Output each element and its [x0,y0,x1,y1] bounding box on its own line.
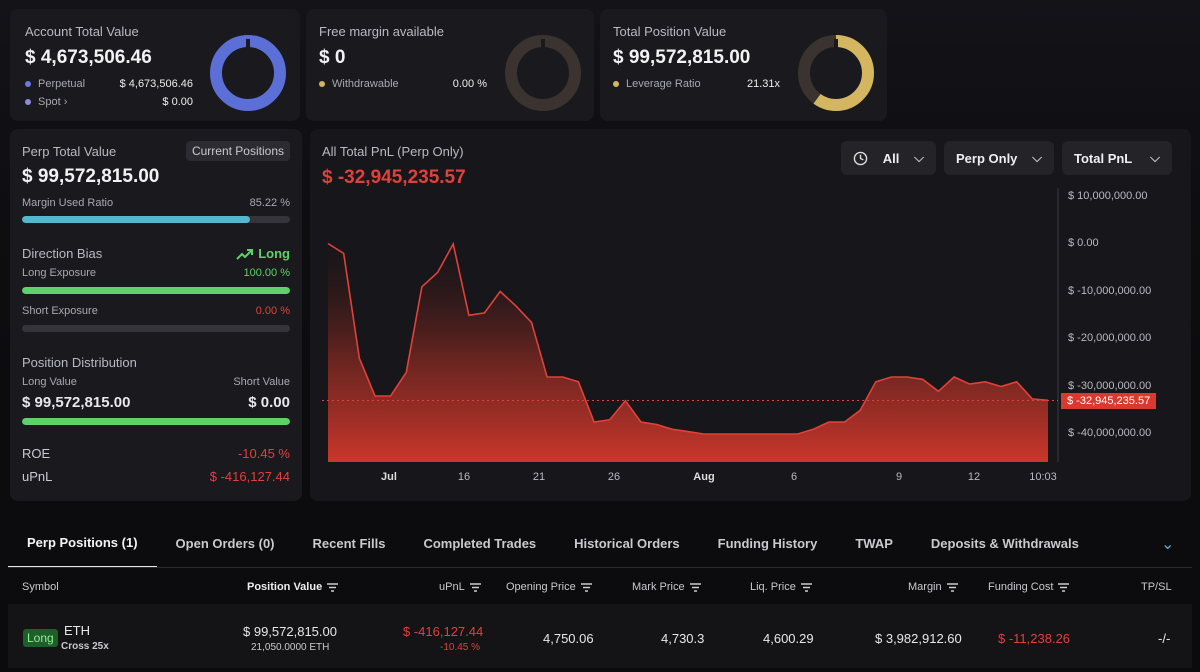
tab-5[interactable]: Funding History [699,518,837,568]
bottom-tabs: Perp Positions (1) Open Orders (0) Recent … [8,518,1098,568]
x-tick-label: 16 [457,471,471,483]
pnl-area-chart [322,188,1059,462]
sort-icon [689,582,701,592]
tab-7[interactable]: Deposits & Withdrawals [912,518,1098,568]
mark-price-cell: 4,730.3 [661,631,705,646]
y-tick-label: $ -40,000,000.00 [1068,427,1152,439]
th-mark-price[interactable]: Mark Price [632,581,701,593]
upnl-cell: $ -416,127.44 [403,624,484,639]
x-tick-label: 6 [790,471,798,483]
th-symbol[interactable]: Symbol [22,581,59,593]
position-size: 21,050.0000 ETH [251,642,330,653]
x-tick-label: 9 [895,471,903,483]
tab-1[interactable]: Open Orders (0) [157,518,294,568]
y-tick-label: $ -30,000,000.00 [1068,379,1152,392]
x-tick-label: 12 [967,471,981,483]
sort-icon [800,582,812,592]
position-value: $ 99,572,815.00 [243,624,337,639]
x-tick-label: 10:03 [1029,471,1057,483]
symbol-name[interactable]: ETH [64,623,90,638]
position-mode: Cross 25x [61,641,109,652]
x-tick-label: Jul [381,471,397,483]
opening-price-cell: 4,750.06 [543,631,594,646]
y-tick-label: $ 0.00 [1068,237,1099,249]
sort-icon [469,582,481,592]
y-tick-label: $ -10,000,000.00 [1068,284,1152,297]
th-liq-price[interactable]: Liq. Price [750,581,812,593]
tabs-divider [8,567,1192,568]
tab-6[interactable]: TWAP [836,518,912,568]
liq-price-cell: 4,600.29 [763,631,814,646]
side-badge: Long [23,629,58,647]
th-tpsl[interactable]: TP/SL [1141,581,1172,593]
sort-icon [1058,582,1070,592]
x-tick-label: Aug [693,471,715,483]
sort-icon [946,582,958,592]
funding-cost-cell: $ -11,238.26 [998,631,1071,646]
th-opening-price[interactable]: Opening Price [506,581,592,593]
th-margin[interactable]: Margin [908,581,958,593]
sort-icon [327,582,339,592]
tab-3[interactable]: Completed Trades [404,518,555,568]
tab-4[interactable]: Historical Orders [555,518,699,568]
margin-cell: $ 3,982,912.60 [875,631,962,646]
pnl-area-fill [328,243,1048,462]
collapse-chevron-icon[interactable]: ⌄ [1161,534,1174,554]
x-tick-label: 26 [607,471,621,483]
x-tick-label: 21 [532,471,546,483]
table-row[interactable]: Long ETH Cross 25x $ 99,572,815.00 21,05… [8,604,1192,668]
th-upnl[interactable]: uPnL [439,581,481,593]
tab-2[interactable]: Recent Fills [294,518,405,568]
y-tick-label: $ 10,000,000.00 [1068,189,1148,202]
th-position-value[interactable]: Position Value [247,581,339,593]
sort-icon [580,582,592,592]
tpsl-cell[interactable]: -/- [1158,631,1170,646]
tab-0[interactable]: Perp Positions (1) [8,518,157,568]
current-value-tag: $ -32,945,235.57 [1061,393,1157,409]
upnl-pct-cell: -10.45 % [440,642,481,653]
th-funding-cost[interactable]: Funding Cost [988,581,1070,593]
y-tick-label: $ -20,000,000.00 [1068,332,1152,344]
